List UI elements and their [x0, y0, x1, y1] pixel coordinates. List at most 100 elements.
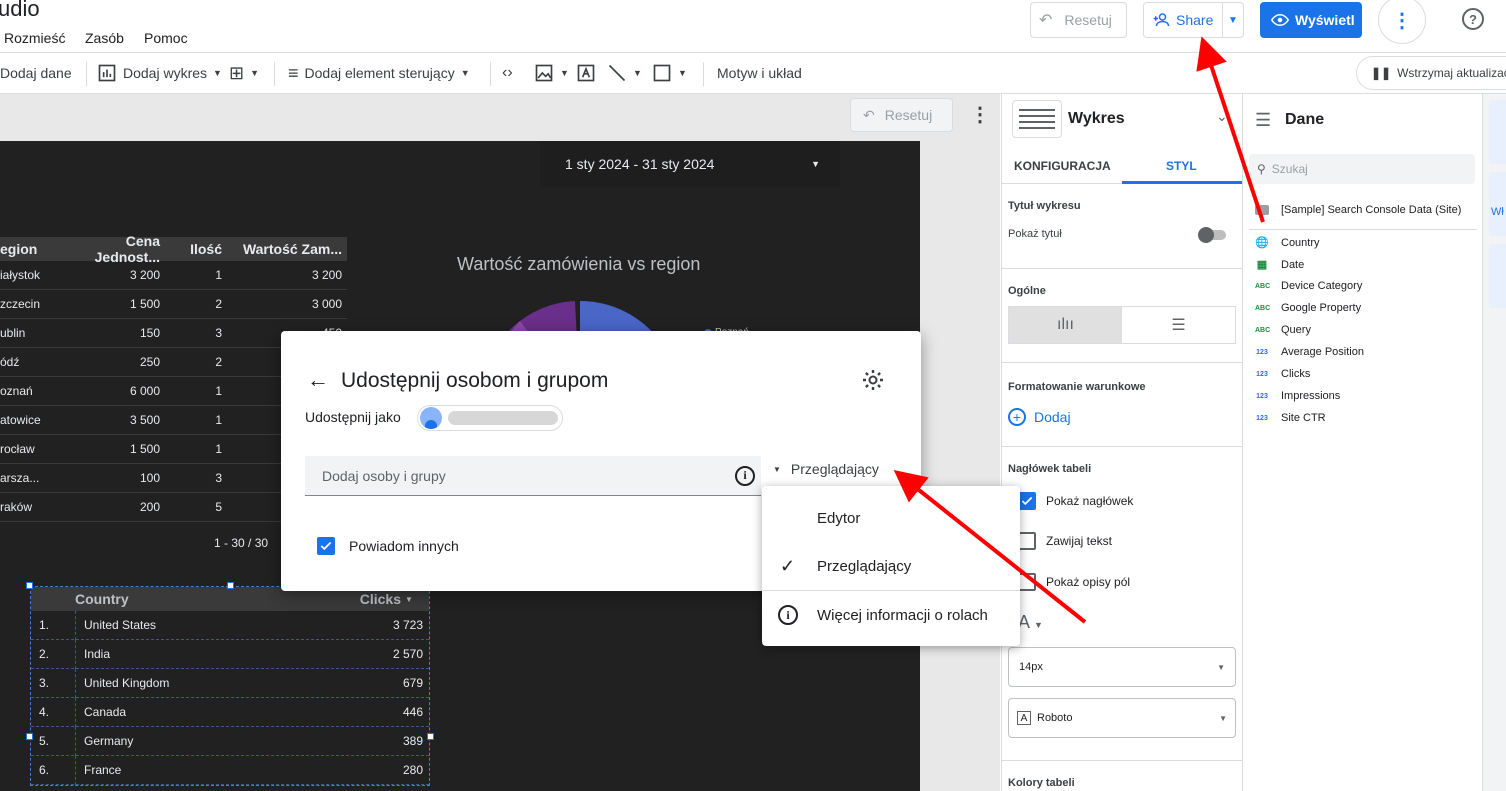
add-people-input[interactable]: Dodaj osoby i grupy i — [305, 456, 761, 496]
table-header[interactable]: Ilość — [160, 241, 222, 257]
table-row[interactable]: zczecin 1 500 2 3 000 — [0, 290, 347, 319]
table-cell: 3 723 — [392, 618, 423, 632]
more-options-icon[interactable]: ⋮ — [1378, 0, 1426, 44]
table-pagination: 1 - 30 / 30 — [214, 536, 269, 550]
canvas-reset-button[interactable]: ↶ Resetuj — [850, 98, 953, 132]
data-field-name: Query — [1281, 324, 1311, 336]
show-header-checkbox[interactable]: Pokaż nagłówek — [1018, 492, 1133, 510]
data-field-name: Average Position — [1281, 346, 1364, 358]
data-field[interactable]: ABC Device Category — [1255, 280, 1362, 292]
image-icon[interactable]: ▼ — [534, 53, 569, 93]
role-select[interactable]: ▼ Przeglądający — [773, 461, 879, 477]
more-role-info[interactable]: i Więcej informacji o rolach — [762, 592, 1020, 638]
font-color-icon[interactable]: A ▼ — [1018, 612, 1043, 633]
checkmark-icon: ✓ — [780, 555, 796, 576]
text-icon[interactable] — [576, 53, 596, 93]
table-row[interactable]: 3. United Kingdom 679 — [31, 668, 429, 698]
data-field[interactable]: 123 Clicks — [1255, 368, 1310, 380]
canvas-more-icon[interactable]: ⋮ — [970, 102, 990, 127]
table-row[interactable]: 2. India 2 570 — [31, 639, 429, 669]
table-row[interactable]: iałystok 3 200 1 3 200 — [0, 261, 347, 290]
tab-style[interactable]: STYL — [1166, 159, 1197, 173]
menu-rozmiesc[interactable]: Rozmieść — [4, 30, 65, 46]
show-field-desc-checkbox[interactable]: Pokaż opisy pól — [1018, 573, 1130, 591]
notify-checkbox[interactable]: Powiadom innych — [317, 537, 459, 555]
date-range-label: 1 sty 2024 - 31 sty 2024 — [565, 156, 715, 172]
table-row[interactable]: 1. United States 3 723 — [31, 610, 429, 640]
role-option-editor[interactable]: Edytor — [762, 495, 1020, 541]
data-field[interactable]: 123 Site CTR — [1255, 412, 1325, 424]
table-header[interactable]: Wartość Zam... — [222, 241, 342, 257]
wrap-text-checkbox[interactable]: Zawijaj tekst — [1018, 532, 1112, 550]
add-label: Dodaj — [1034, 409, 1071, 425]
table-cell: 3 — [215, 471, 222, 485]
sort-desc-icon[interactable]: ▼ — [405, 595, 413, 604]
vertical-bars-icon[interactable]: ılıı — [1009, 307, 1122, 343]
add-chart-button[interactable]: Dodaj wykres ▼ — [97, 53, 222, 93]
help-icon[interactable]: ? — [1462, 8, 1484, 30]
show-title-toggle[interactable] — [1198, 227, 1226, 243]
table-cell: 200 — [139, 500, 160, 514]
show-title-label: Pokaż tytuł — [1008, 228, 1062, 240]
side-tab[interactable]: Wł — [1489, 172, 1506, 236]
app-title: udio — [0, 0, 40, 21]
table-row[interactable]: 4. Canada 446 — [31, 697, 429, 727]
info-icon[interactable]: i — [735, 465, 755, 486]
table-header[interactable]: Cena Jednost... — [60, 233, 160, 265]
back-arrow-icon[interactable]: ← — [307, 367, 329, 393]
role-option-label: Edytor — [817, 509, 861, 527]
role-info-label: Więcej informacji o rolach — [817, 606, 988, 624]
share-dropdown-icon[interactable]: ▼ — [1228, 15, 1238, 26]
right-edge-panel: Wł — [1482, 94, 1506, 791]
table-header[interactable]: Clicks — [251, 591, 401, 607]
table-cell: 4. — [39, 705, 50, 719]
settings-gear-icon[interactable] — [861, 368, 885, 392]
shape-icon[interactable]: ▼ — [652, 53, 687, 93]
share-button[interactable]: Share ▼ — [1143, 2, 1244, 38]
search-input[interactable]: ⚲ Szukaj — [1249, 154, 1475, 184]
table-row[interactable]: 6. France 280 — [31, 755, 429, 785]
share-as-account-chip[interactable] — [417, 405, 563, 431]
wrap-text-label: Zawijaj tekst — [1046, 534, 1113, 548]
add-control-button[interactable]: ≡ Dodaj element sterujący ▼ — [288, 53, 470, 93]
table-cell: 1 500 — [129, 442, 160, 456]
table-cell: 280 — [402, 763, 423, 777]
chevron-down-icon[interactable]: ⌄ — [1216, 108, 1228, 125]
horizontal-bars-icon[interactable]: ☰ — [1122, 307, 1235, 343]
data-field[interactable]: 123 Average Position — [1255, 346, 1364, 358]
top-bar: udio Rozmieść Zasób Pomoc ↶ Resetuj Shar… — [0, 0, 1506, 52]
data-field[interactable]: ABC Google Property — [1255, 302, 1361, 314]
view-button[interactable]: Wyświetl — [1260, 2, 1362, 38]
menu-zasob[interactable]: Zasób — [85, 30, 124, 46]
data-field[interactable]: 🌐 Country — [1255, 236, 1320, 250]
table-cell: United Kingdom — [75, 668, 251, 698]
table-header[interactable]: egion — [0, 241, 60, 257]
undo-icon: ↶ — [863, 106, 875, 123]
country-clicks-table[interactable]: Country Clicks ▼ 1. United States 3 723 2. I… — [30, 586, 430, 786]
table-chart-icon[interactable] — [1012, 100, 1062, 138]
date-range-control[interactable]: 1 sty 2024 - 31 sty 2024 ▼ — [540, 141, 840, 187]
add-component-button[interactable]: ⊞ ▼ — [229, 53, 259, 93]
menu-pomoc[interactable]: Pomoc — [144, 30, 188, 46]
data-field[interactable]: 123 Impressions — [1255, 390, 1340, 402]
add-conditional-format-button[interactable]: + Dodaj — [1008, 408, 1071, 426]
data-source[interactable]: [Sample] Search Console Data (Site) — [1255, 204, 1461, 216]
theme-layout-button[interactable]: Motyw i układ — [717, 53, 802, 93]
embed-code-icon[interactable]: ‹› — [502, 53, 513, 93]
orientation-toggle[interactable]: ılıı ☰ — [1008, 306, 1236, 344]
pause-updates-button[interactable]: ❚❚ Wstrzymaj aktualizac — [1356, 56, 1506, 90]
data-field-name: Country — [1281, 236, 1320, 249]
tab-configuration[interactable]: KONFIGURACJA — [1014, 159, 1111, 173]
data-field[interactable]: ▦ Date — [1255, 258, 1304, 272]
line-icon[interactable]: ▼ — [607, 53, 642, 93]
font-family-select[interactable]: A Roboto ▼ — [1008, 698, 1236, 738]
add-data-button[interactable]: Dodaj dane — [0, 53, 72, 93]
font-size-select[interactable]: 14px ▼ — [1008, 647, 1236, 687]
role-option-viewer[interactable]: ✓ Przeglądający — [762, 543, 1020, 589]
table-row[interactable]: 5. Germany 389 — [31, 726, 429, 756]
data-panel: ☰ Dane ⚲ Szukaj [Sample] Search Console D… — [1242, 94, 1482, 791]
reset-button[interactable]: ↶ Resetuj — [1030, 2, 1127, 38]
data-field[interactable]: ABC Query — [1255, 324, 1311, 336]
table-header[interactable]: Country — [75, 591, 251, 607]
canvas-subbar: ↶ Resetuj ⋮ — [0, 94, 1000, 141]
